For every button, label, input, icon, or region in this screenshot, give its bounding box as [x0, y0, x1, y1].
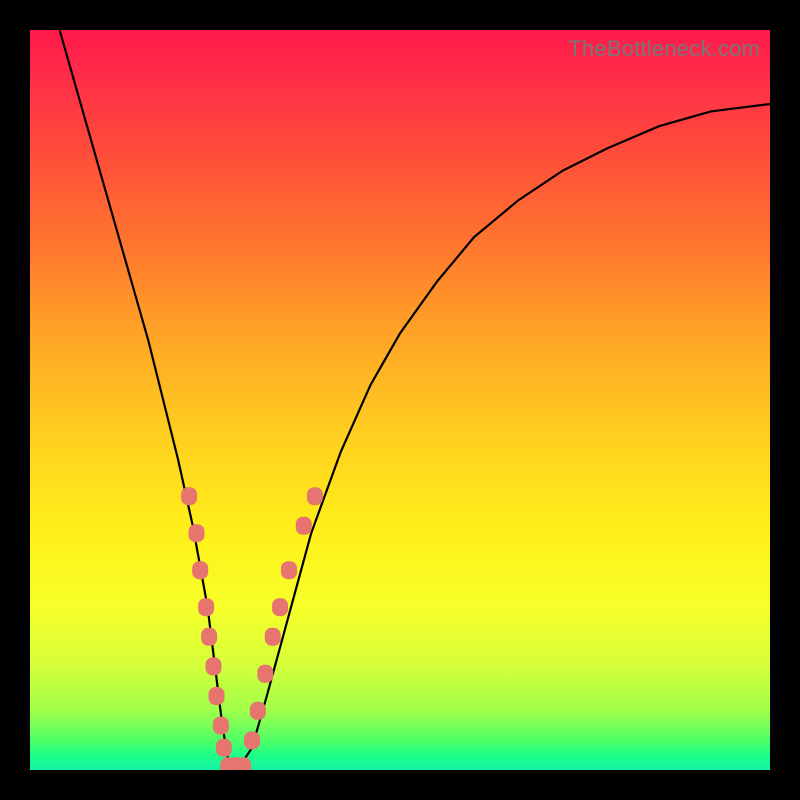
left-branch-dots-marker	[209, 687, 225, 705]
right-branch-dots-marker	[244, 731, 260, 749]
right-branch-dots-marker	[257, 665, 273, 683]
left-branch-dots-marker	[206, 657, 222, 675]
right-branch-dots-marker	[296, 517, 312, 535]
left-branch-dots-marker	[216, 739, 232, 757]
left-branch-dots-marker	[198, 598, 214, 616]
left-branch-dots-marker	[181, 487, 197, 505]
right-branch-dots-marker	[265, 628, 281, 646]
curve-layer	[60, 30, 770, 770]
right-branch-dots-marker	[281, 561, 297, 579]
left-branch-dots-marker	[189, 524, 205, 542]
left-branch-dots-marker	[192, 561, 208, 579]
right-branch-dots-marker	[250, 702, 266, 720]
markers-layer	[181, 487, 323, 770]
left-branch-dots-marker	[213, 717, 229, 735]
chart-svg	[30, 30, 770, 770]
right-branch-dots-marker	[272, 598, 288, 616]
bottleneck-curve	[60, 30, 770, 770]
right-branch-dots-marker	[307, 487, 323, 505]
trough-dots-marker	[235, 757, 251, 770]
left-branch-dots-marker	[201, 628, 217, 646]
plot-area: TheBottleneck.com	[30, 30, 770, 770]
chart-frame: TheBottleneck.com	[0, 0, 800, 800]
